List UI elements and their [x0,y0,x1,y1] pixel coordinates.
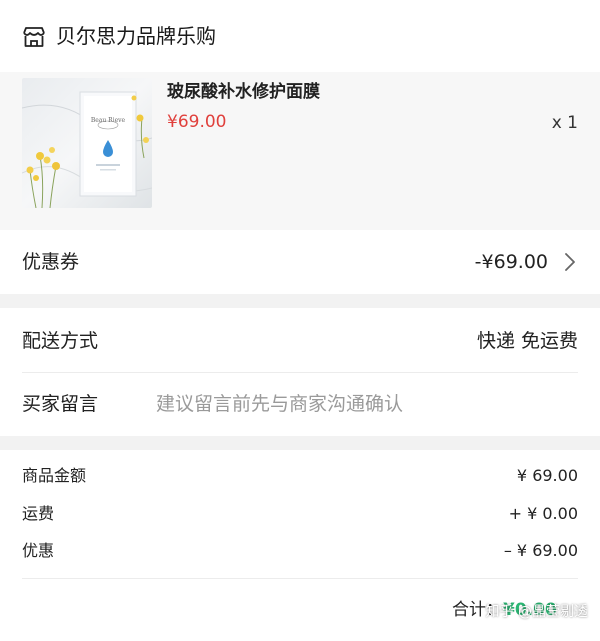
product-quantity: x 1 [551,113,578,133]
image-brand-text: Beau Rieve [91,117,126,124]
divider [22,578,578,579]
delivery-label: 配送方式 [22,330,99,352]
delivery-section: 配送方式 快递 免运费 买家留言 建议留言前先与商家沟通确认 [0,308,600,436]
product-title[interactable]: 玻尿酸补水修护面膜 [167,78,320,106]
product-image[interactable]: Beau Rieve [22,78,152,208]
divider [22,372,578,373]
product-price: ¥69.00 [167,112,227,132]
delivery-method-value[interactable]: 快递 免运费 [477,326,578,356]
coupon-row[interactable]: 优惠券 -¥69.00 [0,230,600,294]
product-item[interactable]: Beau Rieve 玻尿酸补水修护面膜 ¥69.00 x 1 [0,72,600,230]
shop-name[interactable]: 贝尔思力品牌乐购 [56,20,216,52]
order-summary: 商品金额 ¥ 69.00 运费 + ¥ 0.00 优惠 – ¥ 69.00 合计… [0,450,600,641]
coupon-label: 优惠券 [22,251,80,273]
shipping-fee-label: 运费 [22,504,55,523]
remark-label: 买家留言 [22,393,99,415]
shop-header[interactable]: 贝尔思力品牌乐购 [0,0,600,72]
subtotal-label: 商品金额 [22,466,87,485]
shipping-fee-value: + ¥ 0.00 [508,504,578,523]
watermark: 知乎 @晶莹剔透 [485,604,588,620]
coupon-value: -¥69.00 [474,251,548,273]
remark-input[interactable]: 建议留言前先与商家沟通确认 [156,389,403,419]
discount-value: – ¥ 69.00 [503,541,578,560]
store-icon [23,27,45,47]
chevron-right-icon [565,253,575,271]
discount-label: 优惠 [22,541,55,560]
subtotal-value: ¥ 69.00 [516,466,578,485]
